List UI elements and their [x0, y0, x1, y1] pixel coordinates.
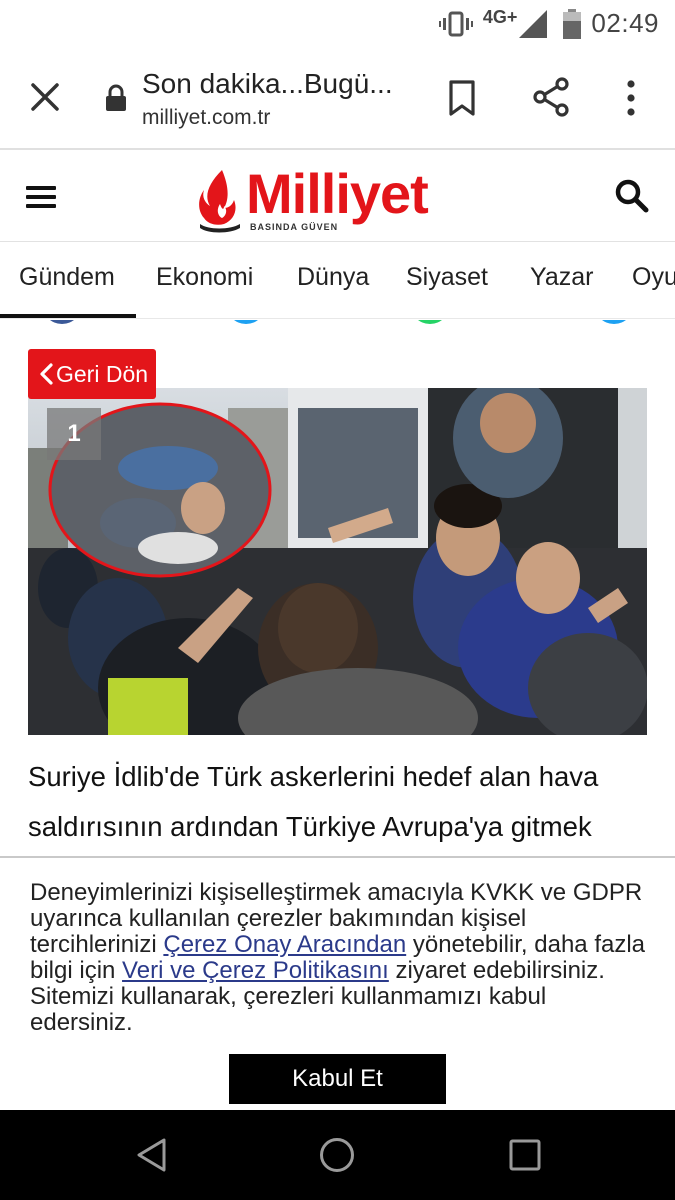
chevron-left-icon [40, 363, 53, 385]
more-vert-icon[interactable] [618, 78, 644, 118]
tab-yazar[interactable]: Yazar [530, 263, 593, 292]
active-tab-indicator [0, 314, 136, 318]
site-logo[interactable]: Milliyet BASINDA GÜVEN [198, 162, 478, 238]
tab-oyun[interactable]: Oyun [632, 263, 675, 292]
logo-wordmark: Milliyet [246, 162, 429, 225]
headline-line: Suriye İdlib'de Türk askerlerini hedef a… [28, 761, 599, 792]
logo-tagline: BASINDA GÜVEN [250, 222, 339, 232]
lock-icon [106, 84, 126, 111]
crowd-photo-illustration [28, 388, 647, 735]
tab-url[interactable]: milliyet.com.tr [142, 106, 270, 130]
status-time: 02:49 [591, 8, 659, 38]
recents-square-icon[interactable] [508, 1138, 542, 1172]
article-headline[interactable]: Suriye İdlib'de Türk askerlerini hedef a… [28, 752, 648, 852]
category-nav: Gündem Ekonomi Dünya Siyaset Yazar Oyun [0, 243, 675, 319]
search-icon[interactable] [614, 178, 650, 214]
back-triangle-icon[interactable] [134, 1137, 170, 1173]
hamburger-menu-icon[interactable] [26, 186, 56, 210]
telegram-share-icon[interactable] [594, 320, 634, 324]
facebook-share-icon[interactable] [42, 320, 82, 324]
twitter-share-icon[interactable] [226, 320, 266, 324]
tab-dunya[interactable]: Dünya [297, 263, 369, 292]
privacy-policy-link[interactable]: Veri ve Çerez Politikasını [122, 957, 389, 984]
whatsapp-share-icon[interactable] [410, 320, 450, 324]
back-button-label: Geri Dön [56, 361, 149, 387]
cookie-consent-tool-link[interactable]: Çerez Onay Aracından [163, 931, 406, 958]
network-type-label: 4G+ [482, 7, 518, 27]
share-icon[interactable] [530, 76, 572, 118]
battery-icon [563, 8, 582, 39]
browser-toolbar: Son dakika...Bugü... milliyet.com.tr [0, 50, 675, 150]
tab-ekonomi[interactable]: Ekonomi [156, 263, 253, 292]
bookmark-icon[interactable] [444, 78, 480, 118]
article-photo[interactable]: 1 [28, 388, 647, 735]
headline-line: saldırısının ardından Türkiye Avrupa'ya … [28, 811, 592, 842]
home-circle-icon[interactable] [318, 1136, 356, 1174]
vibrate-icon [438, 11, 473, 36]
accept-cookies-button[interactable]: Kabul Et [229, 1054, 446, 1104]
image-counter-badge: 1 [47, 408, 101, 460]
tab-siyaset[interactable]: Siyaset [406, 263, 488, 292]
signal-icon [519, 9, 548, 38]
system-navigation-bar [0, 1110, 675, 1200]
tab-title[interactable]: Son dakika...Bugü... [142, 68, 412, 100]
back-button[interactable]: Geri Dön [28, 349, 156, 399]
site-header: Milliyet BASINDA GÜVEN [0, 152, 675, 242]
tab-gundem[interactable]: Gündem [19, 263, 115, 292]
cookie-consent-text: Deneyimlerinizi kişiselleştirmek amacıyl… [30, 880, 650, 1036]
article-content: 1 Geri Dön Suriye İdlib'de Türk askerler… [0, 320, 675, 858]
cookie-consent-banner: Deneyimlerinizi kişiselleştirmek amacıyl… [0, 856, 675, 1110]
flame-logo-icon [199, 170, 240, 233]
status-bar: 4G+ 02:49 [0, 0, 675, 48]
close-icon[interactable] [26, 78, 64, 116]
